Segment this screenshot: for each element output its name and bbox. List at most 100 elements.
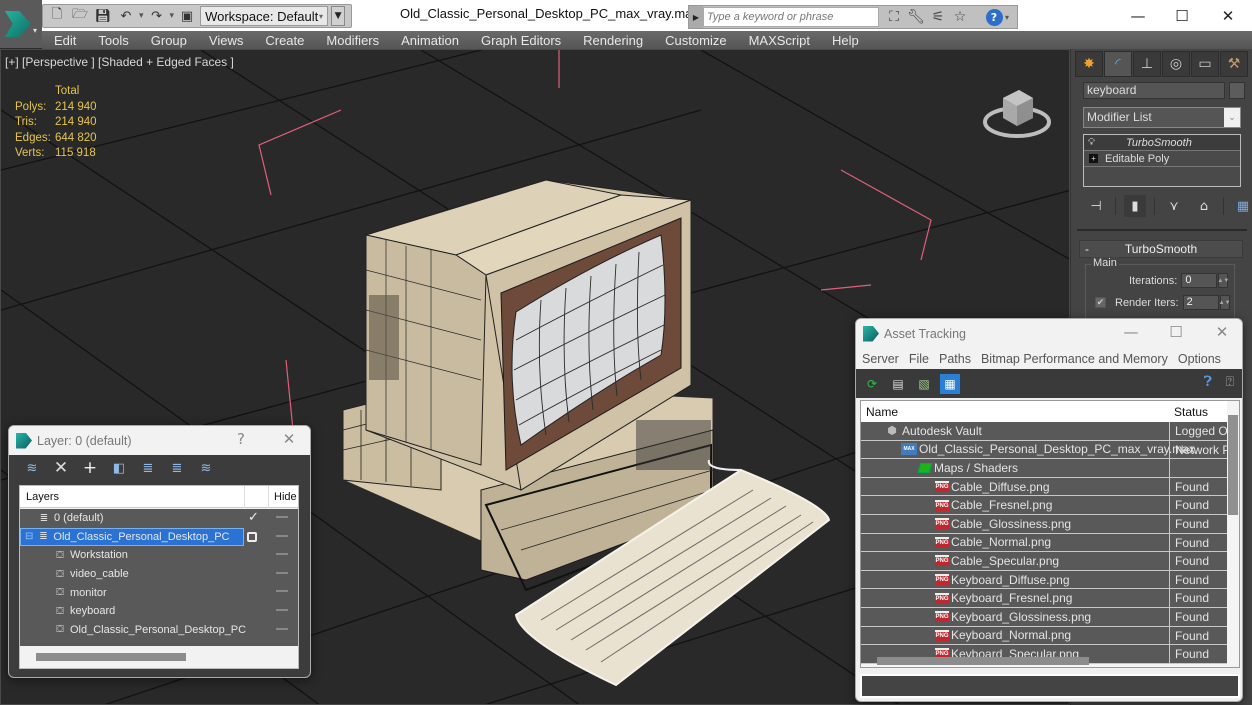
create-layer-icon[interactable]: ≋ <box>23 459 41 477</box>
menu-tools[interactable]: Tools <box>98 33 140 48</box>
hide-toggle[interactable] <box>276 534 288 537</box>
modifier-list-dropdown[interactable]: Modifier List ⌄ <box>1083 107 1241 128</box>
make-unique-icon[interactable]: ⋎ <box>1163 195 1185 217</box>
column-status[interactable]: Status <box>1174 405 1208 419</box>
iterations-input[interactable]: 0 <box>1181 273 1218 288</box>
customize-toolbar-button[interactable]: ▼ <box>331 6 346 26</box>
close-button[interactable]: ✕ <box>1205 0 1251 31</box>
collapse-icon[interactable]: ⊟ <box>25 531 33 542</box>
select-layer-icon[interactable]: ≣ <box>139 459 157 477</box>
modify-icon[interactable]: ◜ <box>1104 51 1132 77</box>
open-folder-icon[interactable]: 🗁 <box>70 6 90 26</box>
viewport-label[interactable]: [+] [Perspective ] [Shaded + Edged Faces… <box>5 55 234 69</box>
project-folder-icon[interactable]: ▣ <box>177 6 197 26</box>
active-layer-check-icon[interactable]: ✓ <box>248 509 259 525</box>
asset-path-field[interactable] <box>860 674 1240 698</box>
table-view-icon[interactable]: ▦ <box>940 373 960 394</box>
help-dropdown-icon[interactable]: ▾ <box>1005 13 1009 22</box>
app-menu-button[interactable]: ▾ <box>0 0 42 48</box>
show-end-result-icon[interactable]: ▮ <box>1124 195 1146 217</box>
asset-row[interactable]: PNG Keyboard_Glossiness.png Found <box>861 607 1227 627</box>
object-row[interactable]: ⛋ monitor <box>20 583 298 602</box>
minimize-button[interactable]: — <box>1115 0 1161 31</box>
asset-row[interactable]: PNG Cable_Normal.png Found <box>861 533 1227 553</box>
menu-views[interactable]: Views <box>209 33 255 48</box>
menu-modifiers[interactable]: Modifiers <box>326 33 391 48</box>
redo-icon[interactable]: ↷ <box>147 6 167 26</box>
layer-settings-icon[interactable]: ≋ <box>197 459 215 477</box>
undo-icon[interactable]: ↶ <box>116 6 136 26</box>
object-row[interactable]: ⛋ Old_Classic_Personal_Desktop_PC <box>20 621 298 640</box>
workspace-select[interactable]: Workspace: Default ▾ <box>200 6 329 26</box>
menu-help[interactable]: Help <box>832 33 871 48</box>
vertical-scrollbar[interactable] <box>1228 415 1238 515</box>
satellite-icon[interactable]: ⚟ <box>927 7 949 27</box>
undo-dropdown-icon[interactable]: ▾ <box>139 11 144 21</box>
pin-stack-icon[interactable]: ⊣ <box>1085 195 1107 217</box>
object-name-field[interactable]: keyboard <box>1083 82 1225 99</box>
star-icon[interactable]: ☆ <box>949 7 971 27</box>
stack-item-turbosmooth[interactable]: 💡︎ TurboSmooth <box>1084 135 1240 151</box>
hide-toggle[interactable] <box>276 516 288 518</box>
menu-animation[interactable]: Animation <box>401 33 471 48</box>
expand-arrow-icon[interactable]: ▶ <box>689 6 703 28</box>
create-icon[interactable]: ✸ <box>1075 51 1103 77</box>
configure-modifier-sets-icon[interactable]: ▦ <box>1232 195 1252 217</box>
render-iters-checkbox[interactable]: ✔ <box>1095 297 1106 308</box>
context-help-icon[interactable]: ⍰ <box>1226 374 1234 390</box>
column-name[interactable]: Name <box>866 405 898 419</box>
asset-row[interactable]: PNG Keyboard_Normal.png Found <box>861 626 1227 646</box>
asset-row[interactable]: MAX Old_Classic_Personal_Desktop_PC_max_v… <box>861 440 1227 460</box>
maximize-button[interactable]: ☐ <box>1159 0 1205 31</box>
help-button[interactable]: ? <box>221 430 261 448</box>
highlight-layer-icon[interactable]: ≣ <box>168 459 186 477</box>
list-view-icon[interactable]: ▤ <box>888 374 908 394</box>
lightbulb-icon[interactable]: 💡︎ <box>1088 137 1102 148</box>
render-iters-input[interactable]: 2 <box>1182 295 1219 310</box>
hierarchy-icon[interactable]: ⊥ <box>1133 51 1161 77</box>
menu-group[interactable]: Group <box>151 33 199 48</box>
delete-layer-icon[interactable]: ✕ <box>52 458 70 478</box>
tree-view-icon[interactable]: ▧ <box>914 374 934 394</box>
wrench-icon[interactable]: 🔧︎ <box>905 7 927 27</box>
menu-bitmap-performance[interactable]: Bitmap Performance and Memory <box>981 352 1168 366</box>
display-icon[interactable]: ▭ <box>1191 51 1219 77</box>
object-row[interactable]: ⛋ Workstation <box>20 546 298 565</box>
close-button[interactable]: ✕ <box>1202 323 1242 341</box>
utilities-icon[interactable]: ⚒ <box>1220 51 1248 77</box>
redo-dropdown-icon[interactable]: ▾ <box>170 11 175 21</box>
motion-icon[interactable]: ◎ <box>1162 51 1190 77</box>
menu-rendering[interactable]: Rendering <box>583 33 655 48</box>
horizontal-scrollbar[interactable] <box>877 657 1089 665</box>
asset-row[interactable]: PNG Cable_Fresnel.png Found <box>861 496 1227 515</box>
dialog-title-bar[interactable]: Layer: 0 (default) <box>9 426 310 455</box>
asset-row[interactable]: PNG Cable_Glossiness.png Found <box>861 514 1227 534</box>
set-active-layer-icon[interactable] <box>247 531 257 542</box>
remove-modifier-icon[interactable]: ⌂ <box>1193 195 1215 217</box>
refresh-icon[interactable]: ⟳ <box>862 374 882 394</box>
asset-row[interactable]: Maps / Shaders <box>861 459 1227 478</box>
object-row[interactable]: ⛋ video_cable <box>20 565 298 584</box>
hide-toggle[interactable] <box>276 571 288 574</box>
hide-toggle[interactable] <box>276 553 288 556</box>
spinner-arrows-icon[interactable]: ▲▼ <box>1219 295 1231 310</box>
help-button[interactable]: ? <box>983 7 1005 27</box>
hide-toggle[interactable] <box>276 590 288 593</box>
turbosmooth-rollout-header[interactable]: - TurboSmooth <box>1079 240 1243 258</box>
menu-graph-editors[interactable]: Graph Editors <box>481 33 573 48</box>
menu-maxscript[interactable]: MAXScript <box>749 33 822 48</box>
asset-row[interactable]: PNG Keyboard_Fresnel.png Found <box>861 589 1227 608</box>
layer-row[interactable]: ≣ 0 (default) ✓ <box>20 509 298 528</box>
select-objects-icon[interactable]: ◧ <box>110 459 128 477</box>
object-color-swatch[interactable] <box>1229 82 1245 99</box>
new-file-icon[interactable]: 🗋 <box>47 6 67 26</box>
add-to-layer-icon[interactable]: + <box>81 458 99 478</box>
layer-row[interactable]: ⊟ ≣ Old_Classic_Personal_Desktop_PC <box>20 527 298 547</box>
expand-icon[interactable]: + <box>1089 154 1098 163</box>
menu-server[interactable]: Server <box>862 352 899 366</box>
column-hide[interactable]: Hide <box>274 491 297 503</box>
minimize-button[interactable]: — <box>1111 323 1151 341</box>
menu-edit[interactable]: Edit <box>54 33 88 48</box>
hide-toggle[interactable] <box>276 608 288 611</box>
viewcube[interactable] <box>981 78 1053 144</box>
